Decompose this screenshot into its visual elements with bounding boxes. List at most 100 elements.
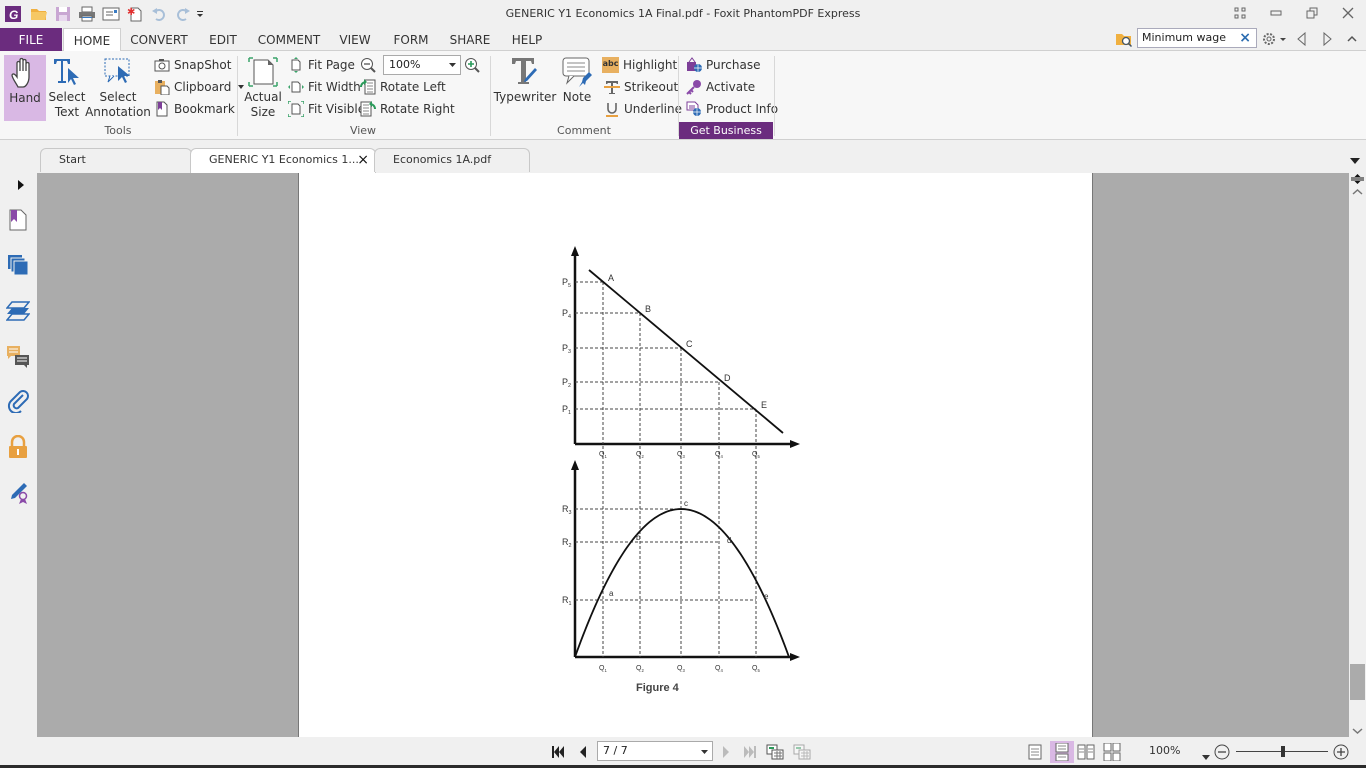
- clipboard-icon: [155, 80, 170, 95]
- tab-close-icon[interactable]: ×: [357, 149, 369, 171]
- continuous-facing-view-icon[interactable]: [1103, 743, 1121, 761]
- expand-panel-icon[interactable]: [16, 179, 28, 191]
- tab-list-dropdown-icon[interactable]: [1349, 154, 1361, 164]
- menu-tab-convert[interactable]: CONVERT: [124, 28, 194, 51]
- actual-size-button[interactable]: Actual Size: [244, 54, 282, 120]
- underline-button[interactable]: Underline: [604, 99, 682, 119]
- menu-tab-home[interactable]: HOME: [63, 28, 121, 52]
- note-button[interactable]: Note: [560, 54, 594, 105]
- typewriter-button[interactable]: Typewriter: [494, 54, 556, 105]
- first-page-icon[interactable]: [549, 743, 567, 761]
- highlight-label: Highlight: [623, 58, 678, 72]
- bookmarks-panel-icon[interactable]: [6, 208, 30, 232]
- select-annotation-icon: [104, 58, 130, 83]
- last-page-icon[interactable]: [741, 743, 759, 761]
- fullscreen-icon[interactable]: [1228, 3, 1252, 23]
- demand-x-axis-arrow: [790, 440, 800, 448]
- close-window-icon[interactable]: [1336, 3, 1360, 23]
- tab-generic-economics-label: GENERIC Y1 Economics 1...: [209, 153, 359, 166]
- collapse-ribbon-icon[interactable]: [1346, 33, 1358, 45]
- demand-point-label: A: [608, 273, 614, 283]
- search-input[interactable]: Minimum wage ×: [1137, 28, 1257, 48]
- single-page-view-icon[interactable]: [1026, 743, 1044, 761]
- vertical-scrollbar[interactable]: [1349, 173, 1366, 737]
- rotate-right-button[interactable]: Rotate Right: [360, 99, 455, 119]
- bookmark-icon: [156, 101, 168, 117]
- attachments-panel-icon[interactable]: [6, 389, 30, 415]
- total-revenue-curve: [574, 508, 790, 658]
- menu-tab-help[interactable]: HELP: [508, 28, 546, 51]
- tab-start[interactable]: Start: [40, 148, 192, 172]
- bookmark-button[interactable]: Bookmark: [154, 99, 235, 119]
- menu-tab-edit[interactable]: EDIT: [202, 28, 244, 51]
- scrollbar-thumb[interactable]: [1350, 664, 1365, 700]
- menu-tab-share[interactable]: SHARE: [446, 28, 494, 51]
- demand-price-label: P3: [562, 343, 571, 355]
- zoom-out-status-icon[interactable]: [1213, 743, 1231, 761]
- minimize-icon[interactable]: [1264, 3, 1288, 23]
- clipboard-button[interactable]: Clipboard: [154, 77, 247, 97]
- page-dropdown-icon[interactable]: [701, 750, 708, 754]
- zoom-level-dropdown-icon[interactable]: [1202, 749, 1210, 760]
- fit-page-button[interactable]: Fit Page: [288, 55, 355, 75]
- scroll-down-icon[interactable]: [1352, 724, 1363, 735]
- menu-tab-comment[interactable]: COMMENT: [254, 28, 324, 51]
- zoom-in-status-icon[interactable]: [1332, 743, 1350, 761]
- demand-price-label: P5: [562, 277, 571, 289]
- revenue-level-label: R1: [562, 595, 572, 607]
- purchase-icon: [687, 57, 702, 72]
- snapshot-button[interactable]: SnapShot: [154, 55, 231, 75]
- search-folder-icon[interactable]: [1115, 30, 1133, 48]
- next-page-icon[interactable]: [717, 743, 735, 761]
- strikeout-button[interactable]: Strikeout: [604, 77, 678, 97]
- revenue-y-axis-arrow: [571, 460, 579, 470]
- continuous-view-icon[interactable]: [1050, 741, 1074, 763]
- rotate-left-button[interactable]: Rotate Left: [360, 77, 446, 97]
- search-next-icon[interactable]: [1322, 31, 1334, 47]
- scroll-up-icon[interactable]: [1352, 185, 1363, 195]
- previous-page-icon[interactable]: [574, 743, 592, 761]
- revenue-quantity-label: Q1: [599, 665, 607, 673]
- menu-tab-form[interactable]: FORM: [390, 28, 432, 51]
- activate-button[interactable]: Activate: [686, 77, 755, 97]
- demand-point-label: C: [686, 339, 693, 349]
- tab-generic-economics[interactable]: GENERIC Y1 Economics 1... ×: [190, 148, 376, 173]
- menu-file[interactable]: FILE: [0, 28, 62, 51]
- get-business-button[interactable]: Get Business: [679, 122, 773, 139]
- zoom-out-icon[interactable]: [360, 57, 376, 73]
- hand-tool-button[interactable]: Hand: [4, 55, 46, 121]
- rotate-left-icon: [360, 79, 376, 95]
- page-number-input[interactable]: 7 / 7: [597, 741, 713, 761]
- search-settings-icon[interactable]: [1262, 31, 1288, 47]
- fit-width-button[interactable]: Fit Width: [288, 77, 361, 97]
- tab-economics-1a[interactable]: Economics 1A.pdf: [374, 148, 530, 172]
- select-annotation-button[interactable]: Select Annotation: [85, 54, 151, 120]
- facing-view-icon[interactable]: [1077, 743, 1095, 761]
- strikeout-icon: [604, 81, 620, 94]
- pages-panel-icon[interactable]: [6, 253, 30, 277]
- split-view-icon[interactable]: [1351, 173, 1364, 184]
- layers-panel-icon[interactable]: [5, 299, 31, 323]
- zoom-select[interactable]: 100%: [383, 55, 461, 75]
- comments-panel-icon[interactable]: [6, 344, 30, 368]
- search-clear-icon[interactable]: ×: [1239, 30, 1251, 46]
- zoom-in-icon[interactable]: [464, 57, 480, 73]
- revenue-quantity-label: Q2: [636, 665, 644, 673]
- zoom-slider-thumb[interactable]: [1281, 746, 1285, 757]
- signatures-panel-icon[interactable]: [6, 481, 30, 505]
- page-number-value: 7 / 7: [603, 744, 628, 757]
- search-previous-icon[interactable]: [1295, 31, 1307, 47]
- highlight-button[interactable]: abc Highlight: [602, 55, 677, 75]
- security-panel-icon[interactable]: [6, 434, 30, 459]
- select-text-button[interactable]: Select Text: [48, 54, 86, 120]
- fit-visible-button[interactable]: Fit Visible: [288, 99, 365, 119]
- restore-icon[interactable]: [1300, 3, 1324, 23]
- document-viewer[interactable]: P5 P4 P3 P2 P1 A B C D E Q1 Q2 Q3 Q4 Q5 R3 R2 R1 a b c d e Q1 Q2…: [37, 173, 1349, 737]
- next-view-icon[interactable]: [793, 743, 811, 761]
- document-tab-bar: Start GENERIC Y1 Economics 1... × Econom…: [0, 140, 1366, 173]
- previous-view-icon[interactable]: [766, 743, 784, 761]
- product-info-button[interactable]: Product Info: [686, 99, 778, 119]
- menu-tab-view[interactable]: VIEW: [334, 28, 376, 51]
- zoom-level-value[interactable]: 100%: [1149, 744, 1180, 757]
- purchase-button[interactable]: Purchase: [686, 55, 761, 75]
